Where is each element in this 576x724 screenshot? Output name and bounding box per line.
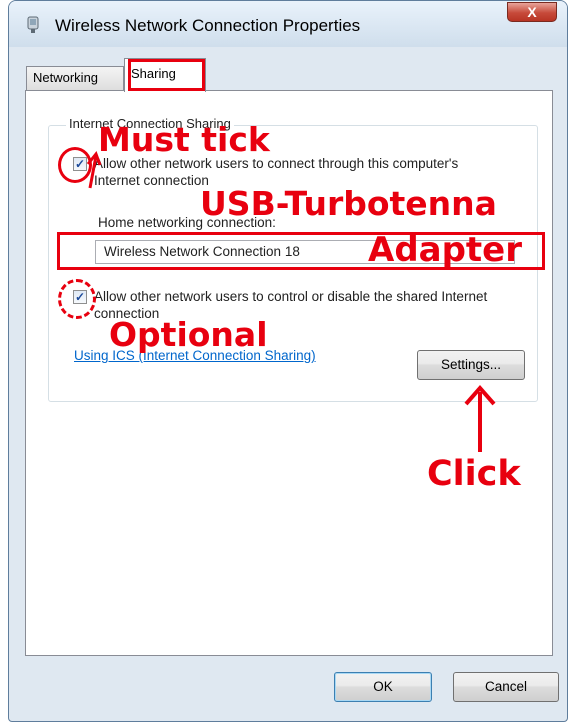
- ok-button[interactable]: OK: [334, 672, 432, 702]
- cancel-button[interactable]: Cancel: [453, 672, 559, 702]
- title-bar[interactable]: Wireless Network Connection Properties X: [9, 1, 567, 47]
- small-pointer-arrow-icon: [86, 150, 102, 189]
- settings-button[interactable]: Settings...: [417, 350, 525, 380]
- annotation-click: Click: [427, 454, 521, 494]
- window-title: Wireless Network Connection Properties: [55, 16, 361, 35]
- close-icon: X: [527, 4, 537, 20]
- up-arrow-icon: [464, 384, 496, 452]
- annotation-usb-turbotenna: USB-Turbotenna: [200, 184, 497, 223]
- optional-circle: [58, 279, 96, 319]
- sharing-tab-highlight: [128, 59, 205, 91]
- annotation-must-tick: Must tick: [98, 120, 270, 159]
- close-button[interactable]: X: [507, 2, 557, 22]
- annotation-optional: Optional: [109, 315, 268, 354]
- annotation-adapter: Adapter: [368, 230, 523, 270]
- network-adapter-icon: [27, 16, 39, 33]
- tab-networking[interactable]: Networking: [26, 66, 124, 90]
